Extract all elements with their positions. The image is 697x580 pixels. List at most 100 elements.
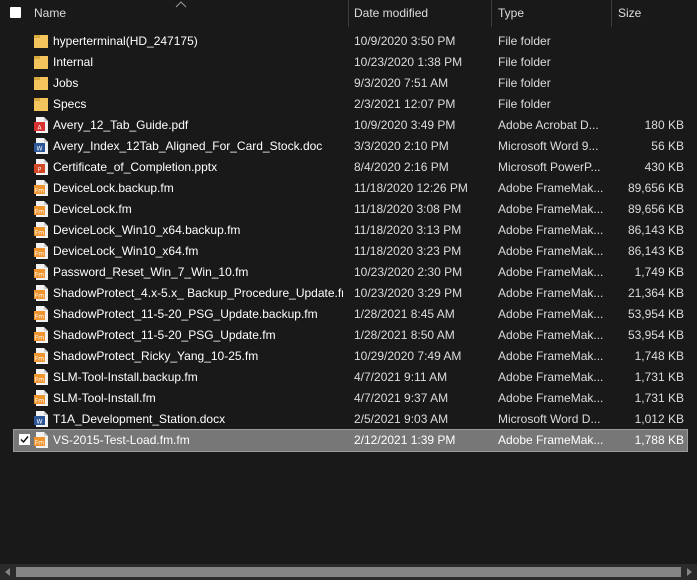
file-row[interactable]: Fm DeviceLock_Win10_x64.fm 11/18/2020 3:23… xyxy=(14,241,687,262)
file-type: Adobe FrameMak... xyxy=(498,265,604,279)
file-size: 430 KB xyxy=(644,160,684,174)
file-row[interactable]: Fm ShadowProtect_4.x-5.x_ Backup_Procedur… xyxy=(14,283,687,304)
file-row[interactable]: P Certificate_of_Completion.pptx 8/4/2020 … xyxy=(14,157,687,178)
file-name: Password_Reset_Win_7_Win_10.fm xyxy=(53,265,249,279)
column-divider[interactable] xyxy=(348,0,349,27)
file-row[interactable]: Fm ShadowProtect_Ricky_Yang_10-25.fm 10/29… xyxy=(14,346,687,367)
column-divider[interactable] xyxy=(491,0,492,27)
file-row[interactable]: Fm DeviceLock_Win10_x64.backup.fm 11/18/20… xyxy=(14,220,687,241)
column-header-date-modified[interactable]: Date modified xyxy=(354,0,484,27)
file-row[interactable]: Fm Password_Reset_Win_7_Win_10.fm 10/23/20… xyxy=(14,262,687,283)
file-date-modified: 2/3/2021 12:07 PM xyxy=(354,97,456,111)
file-size: 21,364 KB xyxy=(627,286,684,300)
svg-text:Fm: Fm xyxy=(35,271,44,278)
svg-text:P: P xyxy=(38,166,42,173)
svg-text:Fm: Fm xyxy=(35,229,44,236)
file-size: 53,954 KB xyxy=(627,328,684,342)
file-row[interactable]: Fm ShadowProtect_11-5-20_PSG_Update.fm 1/2… xyxy=(14,325,687,346)
svg-text:Fm: Fm xyxy=(35,397,44,404)
file-size: 180 KB xyxy=(644,118,684,132)
file-size: 1,748 KB xyxy=(634,349,684,363)
file-row[interactable]: Specs 2/3/2021 12:07 PM File folder xyxy=(14,94,687,115)
file-type: File folder xyxy=(498,55,551,69)
file-row[interactable]: W Avery_Index_12Tab_Aligned_For_Card_Stoc… xyxy=(14,136,687,157)
column-header-size[interactable]: Size xyxy=(618,0,688,27)
file-size: 89,656 KB xyxy=(627,181,684,195)
folder-icon xyxy=(34,77,48,90)
file-row[interactable]: Fm ShadowProtect_11-5-20_PSG_Update.backu… xyxy=(14,304,687,325)
file-date-modified: 11/18/2020 3:23 PM xyxy=(354,244,462,258)
file-size: 1,731 KB xyxy=(634,370,684,384)
file-name: Avery_12_Tab_Guide.pdf xyxy=(53,118,189,132)
svg-text:Fm: Fm xyxy=(35,292,44,299)
framemaker-icon: Fm xyxy=(34,180,48,196)
svg-text:Fm: Fm xyxy=(35,334,44,341)
column-header-type[interactable]: Type xyxy=(498,0,598,27)
framemaker-icon: Fm xyxy=(34,432,48,448)
framemaker-icon: Fm xyxy=(34,390,48,406)
file-type: File folder xyxy=(498,97,551,111)
file-row[interactable]: Internal 10/23/2020 1:38 PM File folder xyxy=(14,52,687,73)
svg-text:Fm: Fm xyxy=(35,376,44,383)
file-type: Adobe FrameMak... xyxy=(498,286,604,300)
file-name: SLM-Tool-Install.fm xyxy=(53,391,156,405)
framemaker-icon: Fm xyxy=(34,306,48,322)
framemaker-icon: Fm xyxy=(34,285,48,301)
file-size xyxy=(610,73,684,94)
file-row[interactable]: W T1A_Development_Station.docx 2/5/2021 9:… xyxy=(14,409,687,430)
file-size: 53,954 KB xyxy=(627,307,684,321)
file-type: Adobe FrameMak... xyxy=(498,370,604,384)
file-type: Adobe FrameMak... xyxy=(498,223,604,237)
file-date-modified: 10/23/2020 3:29 PM xyxy=(354,286,463,300)
file-size: 89,656 KB xyxy=(627,202,684,216)
file-size xyxy=(610,31,684,52)
file-date-modified: 10/23/2020 2:30 PM xyxy=(354,265,463,279)
framemaker-icon: Fm xyxy=(34,327,48,343)
row-checkbox-checked[interactable] xyxy=(19,434,30,445)
file-row[interactable]: hyperterminal(HD_247175) 10/9/2020 3:50 P… xyxy=(14,31,687,52)
column-header-name[interactable]: Name xyxy=(34,0,344,27)
framemaker-icon: Fm xyxy=(34,264,48,280)
file-size: 86,143 KB xyxy=(627,244,684,258)
file-row[interactable]: Fm VS-2015-Test-Load.fm.fm 2/12/2021 1:39 … xyxy=(13,429,688,452)
scroll-left-icon[interactable] xyxy=(5,568,10,576)
scrollbar-thumb[interactable] xyxy=(16,567,681,577)
file-size xyxy=(610,52,684,73)
svg-text:Fm: Fm xyxy=(35,187,44,194)
file-row[interactable]: A Avery_12_Tab_Guide.pdf 10/9/2020 3:49 PM… xyxy=(14,115,687,136)
file-type: Microsoft Word 9... xyxy=(498,139,599,153)
file-row[interactable]: Fm SLM-Tool-Install.fm 4/7/2021 9:37 AM Ado… xyxy=(14,388,687,409)
file-name: ShadowProtect_Ricky_Yang_10-25.fm xyxy=(53,349,259,363)
file-name: Jobs xyxy=(53,76,79,90)
file-row[interactable]: Fm SLM-Tool-Install.backup.fm 4/7/2021 9:1… xyxy=(14,367,687,388)
horizontal-scrollbar[interactable] xyxy=(0,564,697,580)
file-date-modified: 11/18/2020 3:08 PM xyxy=(354,202,462,216)
file-type: File folder xyxy=(498,76,551,90)
column-divider[interactable] xyxy=(611,0,612,27)
file-name: VS-2015-Test-Load.fm.fm xyxy=(53,433,190,447)
file-type: File folder xyxy=(498,34,551,48)
file-date-modified: 10/9/2020 3:50 PM xyxy=(354,34,456,48)
framemaker-icon: Fm xyxy=(34,201,48,217)
file-name: ShadowProtect_4.x-5.x_ Backup_Procedure_… xyxy=(53,286,343,300)
folder-icon xyxy=(34,35,48,48)
file-name: hyperterminal(HD_247175) xyxy=(53,34,198,48)
file-type: Adobe FrameMak... xyxy=(498,391,604,405)
file-name: ShadowProtect_11-5-20_PSG_Update.fm xyxy=(53,328,276,342)
file-row[interactable]: Jobs 9/3/2020 7:51 AM File folder xyxy=(14,73,687,94)
scroll-right-icon[interactable] xyxy=(687,568,692,576)
file-date-modified: 4/7/2021 9:37 AM xyxy=(354,391,449,405)
select-all-checkbox[interactable] xyxy=(10,7,21,18)
pdf-icon: A xyxy=(34,117,48,133)
word-icon: W xyxy=(34,411,48,427)
column-header-bar: Name Date modified Type Size xyxy=(0,0,697,27)
folder-icon xyxy=(34,56,48,69)
file-name: Certificate_of_Completion.pptx xyxy=(53,160,218,174)
file-row[interactable]: Fm DeviceLock.backup.fm 11/18/2020 12:26 P… xyxy=(14,178,687,199)
file-date-modified: 3/3/2020 2:10 PM xyxy=(354,139,449,153)
file-size: 1,012 KB xyxy=(634,412,684,426)
file-row[interactable]: Fm DeviceLock.fm 11/18/2020 3:08 PM Adobe F… xyxy=(14,199,687,220)
svg-text:Fm: Fm xyxy=(35,250,44,257)
file-date-modified: 2/5/2021 9:03 AM xyxy=(354,412,449,426)
file-type: Adobe FrameMak... xyxy=(498,307,604,321)
